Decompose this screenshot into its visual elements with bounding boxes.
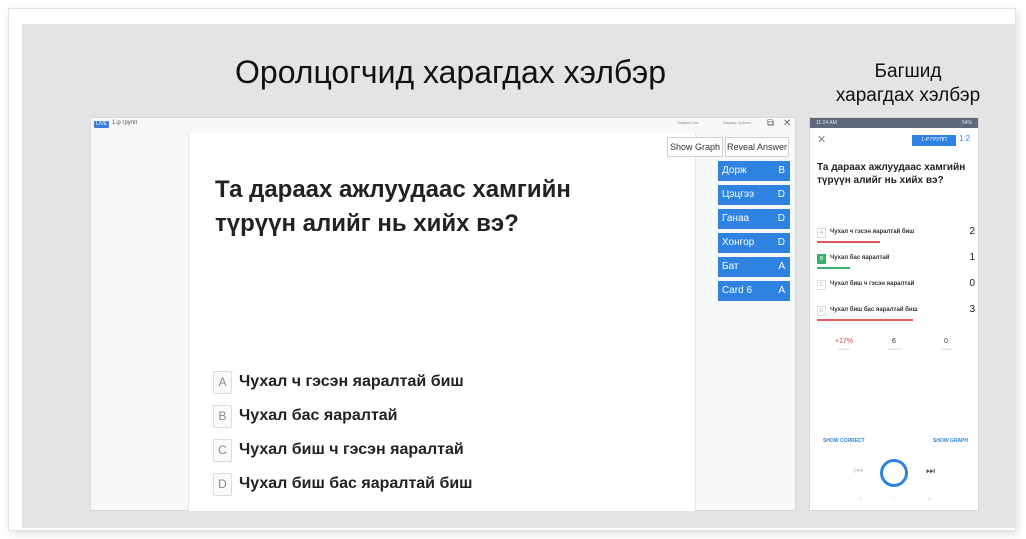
participant-view-screen: LIVE 1-р групп Student List Display Opti… xyxy=(90,117,796,511)
card-item[interactable]: Card 6 A xyxy=(718,281,790,301)
teacher-controls: ⏮ ⏭ xyxy=(810,456,978,496)
answer-letter: B xyxy=(213,405,232,428)
question-card: Та дараах ажлуудаас хамгийн түрүүн алийг… xyxy=(188,133,696,511)
phone-status-bar: 11:24 AM 54% xyxy=(810,118,978,128)
next-icon[interactable]: ⏭ xyxy=(926,466,935,477)
home-icon[interactable]: ○ xyxy=(892,496,895,502)
card-item[interactable]: Дорж B xyxy=(718,161,790,181)
answer-letter: D xyxy=(817,306,826,316)
stat-value: +17% xyxy=(834,338,854,345)
answer-letter: D xyxy=(213,473,232,496)
teacher-question-text: Та дараах ажлуудаас хамгийн түрүүн алийг… xyxy=(817,162,966,186)
stat-label: average xyxy=(838,347,850,351)
answer-count: 1 xyxy=(969,252,975,263)
answer-text: Чухал ч гэсэн яаралтай биш xyxy=(830,229,915,235)
fullscreen-icon[interactable]: ⧉ xyxy=(767,118,774,129)
answer-letter: A xyxy=(213,371,232,394)
card-answer: B xyxy=(778,165,785,176)
answer-bar xyxy=(817,319,913,321)
card-answer: D xyxy=(777,237,785,248)
participant-view-title: Оролцогчид харагдах хэлбэр xyxy=(235,54,667,90)
recents-icon[interactable]: ▷ xyxy=(928,496,932,502)
card-answer: D xyxy=(777,189,785,200)
answer-text: Чухал биш бас яаралтай биш xyxy=(239,475,473,492)
show-correct-link[interactable]: SHOW CORRECT xyxy=(823,438,865,444)
answer-text: Чухал биш ч гэсэн яаралтай xyxy=(830,281,915,287)
answer-count: 0 xyxy=(969,278,975,289)
participant-topbar: LIVE 1-р групп Student List Display Opti… xyxy=(91,118,795,132)
answer-text: Чухал бас яаралтай xyxy=(239,407,398,424)
answer-letter: C xyxy=(817,280,826,290)
card-list: Дорж B Цэцгээ D Ганаа D Хонгор D Бат A Card 6… xyxy=(718,161,790,305)
answer-count: 2 xyxy=(969,226,975,237)
stat-label: answered xyxy=(887,347,901,351)
question-text: Та дараах ажлуудаас хамгийн түрүүн алийг… xyxy=(215,176,571,237)
answer-letter: B xyxy=(817,254,826,264)
stat-answered: 6 answered xyxy=(874,338,914,351)
card-item[interactable]: Хонгор D xyxy=(718,233,790,253)
answer-text: Чухал биш бас яаралтай биш xyxy=(830,307,918,313)
answer-text: Чухал ч гэсэн яаралтай биш xyxy=(239,373,464,390)
stat-average: +17% average xyxy=(824,338,864,351)
group-name: 1-р групп xyxy=(112,120,138,126)
answer-text: Чухал биш ч гэсэн яаралтай xyxy=(239,441,464,458)
answer-count: 3 xyxy=(969,304,975,315)
status-time: 11:24 AM xyxy=(816,120,837,126)
reveal-answer-button[interactable]: Reveal Answer xyxy=(725,137,789,157)
card-name: Дорж xyxy=(722,165,747,176)
teacher-answer-row: C Чухал биш ч гэсэн яаралтай 0 xyxy=(817,278,975,304)
answer-bar xyxy=(817,241,881,243)
page-indicator[interactable]: 1 2 xyxy=(959,134,970,143)
stat-label: missing xyxy=(940,347,952,351)
stat-missing: 0 missing xyxy=(926,338,966,351)
card-name: Цэцгээ xyxy=(722,189,755,200)
teacher-answer-row: A Чухал ч гэсэн яаралтай биш 2 xyxy=(817,226,975,252)
show-graph-link[interactable]: SHOW GRAPH xyxy=(933,438,968,444)
teacher-answer-list: A Чухал ч гэсэн яаралтай биш 2 B Чухал б… xyxy=(817,226,975,330)
teacher-answer-row: D Чухал биш бас яаралтай биш 3 xyxy=(817,304,975,330)
stat-value: 6 xyxy=(892,338,896,345)
answer-letter: A xyxy=(817,228,826,238)
teacher-view-title: Багшид харагдах хэлбэр xyxy=(808,60,1008,108)
group-badge[interactable]: 1-Р ГРУПП xyxy=(912,135,956,146)
card-name: Card 6 xyxy=(722,285,753,296)
previous-icon[interactable]: ⏮ xyxy=(854,466,863,477)
live-badge: LIVE xyxy=(94,121,109,128)
back-icon[interactable]: ◁ xyxy=(858,496,862,502)
play-button[interactable] xyxy=(880,459,908,487)
answer-bar xyxy=(817,267,850,269)
card-name: Хонгор xyxy=(722,237,755,248)
teacher-title-line-1: Багшид xyxy=(874,61,942,82)
student-list-link[interactable]: Student List xyxy=(677,120,698,125)
card-name: Ганаа xyxy=(722,213,750,224)
close-icon[interactable]: ✕ xyxy=(783,118,791,129)
status-battery: 54% xyxy=(961,120,972,126)
answer-letter: C xyxy=(213,439,232,462)
card-answer: A xyxy=(778,285,785,296)
card-answer: D xyxy=(777,213,785,224)
teacher-answer-row: B Чухал бас яаралтай 1 xyxy=(817,252,975,278)
teacher-title-line-2: харагдах хэлбэр xyxy=(835,85,981,106)
card-name: Бат xyxy=(722,261,739,272)
card-item[interactable]: Ганаа D xyxy=(718,209,790,229)
card-answer: A xyxy=(778,261,785,272)
card-item[interactable]: Цэцгээ D xyxy=(718,185,790,205)
stat-value: 0 xyxy=(944,338,948,345)
show-graph-button[interactable]: Show Graph xyxy=(667,137,723,157)
card-item[interactable]: Бат A xyxy=(718,257,790,277)
answer-text: Чухал бас яаралтай xyxy=(830,255,890,261)
teacher-view-screen: 11:24 AM 54% ✕ 1-Р ГРУПП 1 2 Та дараах а… xyxy=(809,117,979,511)
display-options-link[interactable]: Display Options xyxy=(723,120,751,125)
close-icon[interactable]: ✕ xyxy=(817,133,826,146)
